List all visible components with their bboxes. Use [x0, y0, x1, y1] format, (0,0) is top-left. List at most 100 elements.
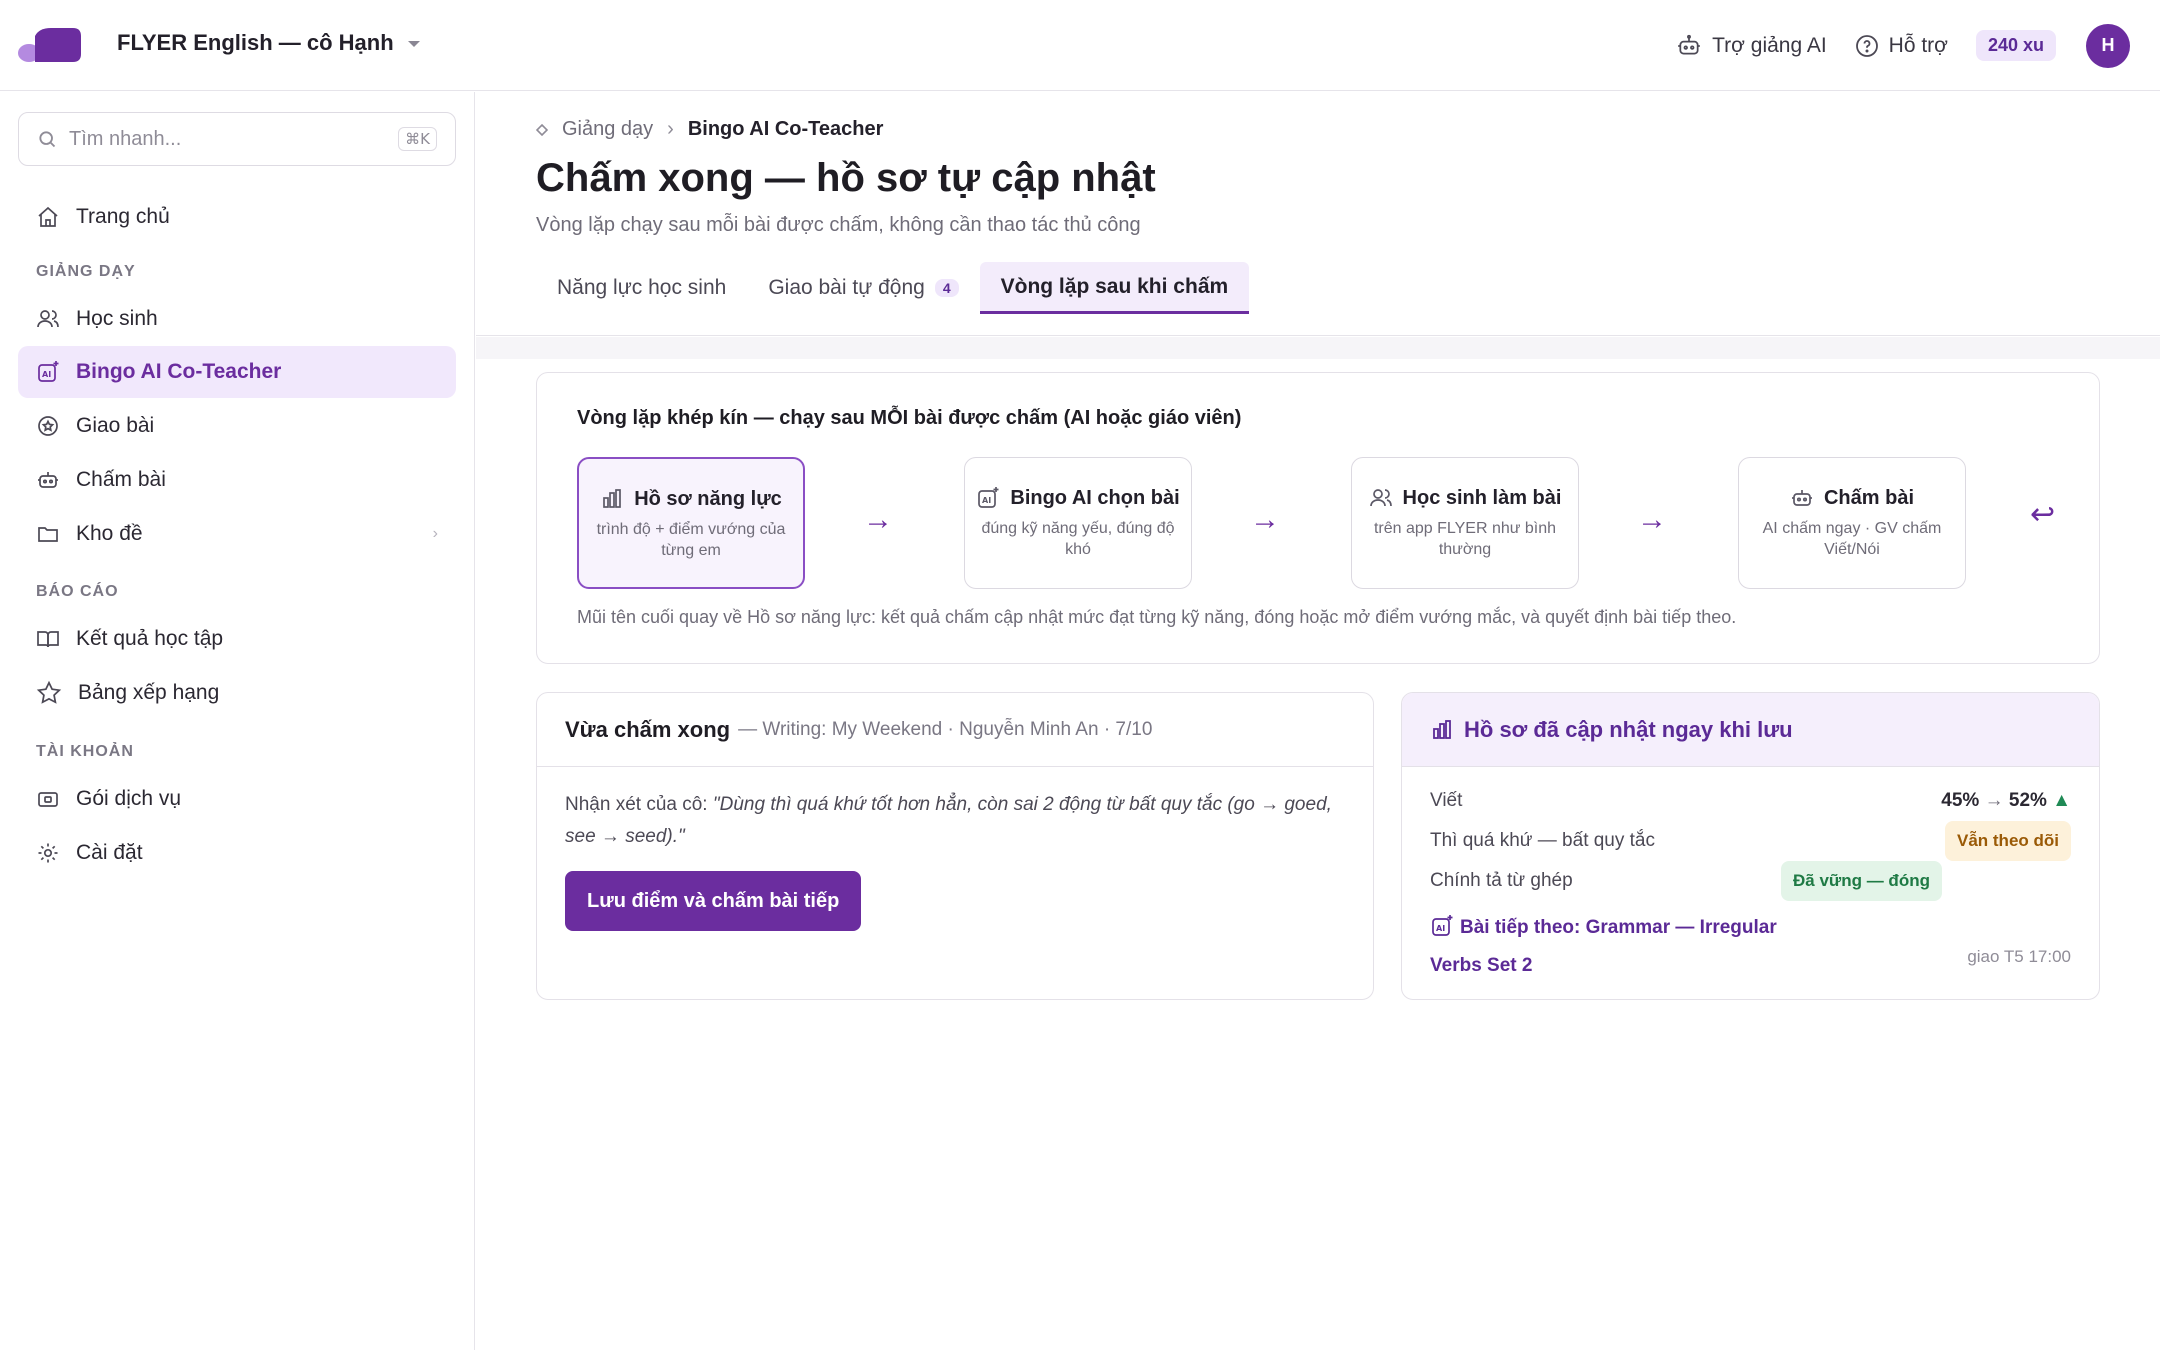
tab-count-badge: 4 — [934, 279, 959, 297]
writing-from: 45% — [1941, 790, 1980, 811]
quick-search[interactable]: Tìm nhanh... ⌘K — [18, 112, 456, 166]
ai-sparkle-icon: AI — [978, 487, 999, 508]
badge-star-icon — [38, 416, 58, 436]
page-title: Chấm xong — hồ sơ tự cập nhật — [536, 156, 1156, 200]
users-icon — [1369, 489, 1392, 507]
loop-step-student-work[interactable]: Học sinh làm bài trên app FLYER như bình… — [1351, 457, 1579, 589]
status-badge-watch: Vẫn theo dõi — [1945, 821, 2071, 861]
graded-card: Vừa chấm xong — Writing: My Weekend · Ng… — [536, 692, 1374, 1000]
next-assignment-link[interactable]: AI Bài tiếp theo: Grammar — Irregular Ver… — [1430, 909, 1830, 985]
trend-up-icon: ▲ — [2052, 790, 2071, 811]
gear-icon — [38, 843, 58, 863]
breadcrumb-parent[interactable]: Giảng dạy — [562, 118, 653, 141]
support-link[interactable]: Hỗ trợ — [1855, 34, 1948, 58]
sidebar-item-label: Bingo AI Co-Teacher — [76, 360, 282, 383]
step-desc: trình độ + điểm vướng của từng em — [596, 521, 786, 559]
page-subtitle: Vòng lặp chạy sau mỗi bài được chấm, khô… — [536, 214, 1141, 236]
help-circle-icon — [1855, 34, 1878, 57]
coin-balance-badge[interactable]: 240 xu — [1975, 30, 2056, 61]
section-account: TÀI KHOẢN — [36, 743, 134, 760]
comment-label: Nhận xét của cô: — [565, 794, 708, 815]
status-badge-solid: Đã vững — đóng — [1781, 861, 1942, 901]
folder-icon — [38, 527, 58, 542]
tab-bar: Năng lực học sinh Giao bài tự động 4 Vòn… — [536, 262, 1250, 314]
step-desc: trên app FLYER như bình thường — [1373, 520, 1557, 558]
search-shortcut: ⌘K — [398, 127, 437, 151]
step-title: Bingo AI chọn bài — [1010, 486, 1180, 509]
skill-label: Viết — [1430, 790, 1463, 811]
tab-student-ability[interactable]: Năng lực học sinh — [536, 262, 747, 314]
search-icon — [39, 131, 56, 148]
svg-text:AI: AI — [1436, 924, 1445, 933]
sidebar-item-label: Trang chủ — [76, 205, 170, 228]
loop-step-profile[interactable]: Hồ sơ năng lực trình độ + điểm vướng của… — [577, 457, 805, 589]
home-icon — [38, 206, 58, 227]
writing-delta: 45% → 52% ▲ — [1941, 790, 2071, 812]
sidebar-item-label: Học sinh — [76, 307, 158, 330]
bar-chart-icon — [603, 489, 622, 508]
profile-title: Hồ sơ đã cập nhật ngay khi lưu — [1464, 716, 1793, 742]
sidebar-item-ranking[interactable]: Bảng xếp hạng — [18, 667, 456, 719]
tab-label: Giao bài tự động — [768, 276, 925, 299]
star-icon — [36, 680, 62, 704]
item-label: Chính tả từ ghép — [1430, 870, 1573, 891]
ai-sparkle-icon: AI — [38, 361, 59, 382]
profile-update-card: Hồ sơ đã cập nhật ngay khi lưu Viết 45% … — [1401, 692, 2100, 1000]
sidebar-item-label: Gói dịch vụ — [76, 787, 182, 810]
sidebar-item-bank[interactable]: Kho đề › — [18, 508, 456, 560]
return-arrow-icon: ↩ — [2030, 498, 2056, 531]
item-label: Thì quá khứ — bất quy tắc — [1430, 830, 1656, 851]
sidebar-item-label: Cài đặt — [76, 841, 143, 864]
sidebar-item-results[interactable]: Kết quả học tập — [18, 613, 456, 665]
due-time: giao T5 17:00 — [1967, 947, 2071, 966]
tab-auto-assign[interactable]: Giao bài tự động 4 — [747, 262, 979, 314]
sidebar: Tìm nhanh... ⌘K Trang chủ GIẢNG DẠY Học … — [0, 92, 475, 1350]
top-bar: FLYER English — cô Hạnh Trợ giảng AI Hỗ … — [0, 0, 2160, 91]
book-open-icon — [37, 631, 59, 648]
ai-sparkle-icon: AI — [1432, 915, 1453, 936]
arrow-right-icon: → — [1250, 503, 1280, 536]
graded-meta: — Writing: My Weekend · Nguyễn Minh An ·… — [738, 718, 1153, 740]
robot-icon — [1791, 490, 1812, 506]
user-avatar[interactable]: H — [2086, 23, 2130, 68]
arrow-right-icon: → — [1637, 503, 1667, 536]
ai-assistant-link[interactable]: Trợ giảng AI — [1676, 33, 1827, 59]
loop-step-ai-pick[interactable]: AI Bingo AI chọn bài đúng kỹ năng yếu, đ… — [964, 457, 1192, 589]
item-row-spelling: Chính tả từ ghép — [1430, 870, 2071, 892]
chevron-right-icon: › — [432, 525, 438, 542]
main-content: Giảng dạy › Bingo AI Co-Teacher Chấm xon… — [476, 92, 2160, 1350]
tab-label: Vòng lặp sau khi chấm — [1000, 274, 1229, 298]
loop-note: Mũi tên cuối quay về Hồ sơ năng lực: kết… — [577, 607, 1737, 627]
section-reports: BÁO CÁO — [36, 583, 119, 600]
sidebar-item-plans[interactable]: Gói dịch vụ — [18, 773, 456, 825]
sidebar-item-home[interactable]: Trang chủ — [18, 191, 456, 243]
sidebar-item-label: Giao bài — [76, 414, 155, 437]
support-label: Hỗ trợ — [1888, 33, 1948, 57]
section-teaching: GIẢNG DẠY — [36, 263, 136, 280]
sidebar-item-coteacher[interactable]: AI Bingo AI Co-Teacher — [18, 346, 456, 398]
org-switcher[interactable]: FLYER English — cô Hạnh — [117, 30, 420, 56]
sidebar-item-settings[interactable]: Cài đặt — [18, 827, 456, 879]
sidebar-item-label: Kết quả học tập — [76, 627, 224, 650]
wallet-icon — [38, 792, 58, 807]
step-desc: đúng kỹ năng yếu, đúng độ khó — [981, 520, 1175, 558]
tab-post-grading-loop[interactable]: Vòng lặp sau khi chấm — [979, 262, 1250, 314]
teacher-comment: Nhận xét của cô: "Dùng thì quá khứ tốt h… — [565, 789, 1355, 853]
loop-title: Vòng lặp khép kín — chạy sau MỖI bài đượ… — [577, 407, 1242, 429]
delta-arrow-icon: → — [1984, 790, 2004, 811]
search-placeholder: Tìm nhanh... — [69, 127, 182, 150]
sidebar-item-students[interactable]: Học sinh — [18, 293, 456, 345]
loop-step-grading[interactable]: Chấm bài AI chấm ngay · GV chấm Viết/Nói — [1738, 457, 1966, 589]
step-desc: AI chấm ngay · GV chấm Viết/Nói — [1762, 520, 1942, 558]
writing-to: 52% — [2008, 790, 2047, 811]
save-and-next-button[interactable]: Lưu điểm và chấm bài tiếp — [565, 871, 862, 931]
breadcrumb-current: Bingo AI Co-Teacher — [687, 118, 884, 140]
sidebar-item-assign[interactable]: Giao bài — [18, 400, 456, 452]
sidebar-item-label: Kho đề — [76, 522, 143, 545]
app-logo-icon[interactable] — [17, 28, 81, 62]
sidebar-item-label: Chấm bài — [76, 468, 166, 491]
sidebar-item-grading[interactable]: Chấm bài — [18, 454, 456, 506]
next-assignment-label: Bài tiếp theo: Grammar — Irregular Verbs… — [1430, 917, 1777, 976]
chevron-right-icon: › — [667, 118, 674, 140]
tab-label: Năng lực học sinh — [557, 276, 727, 299]
